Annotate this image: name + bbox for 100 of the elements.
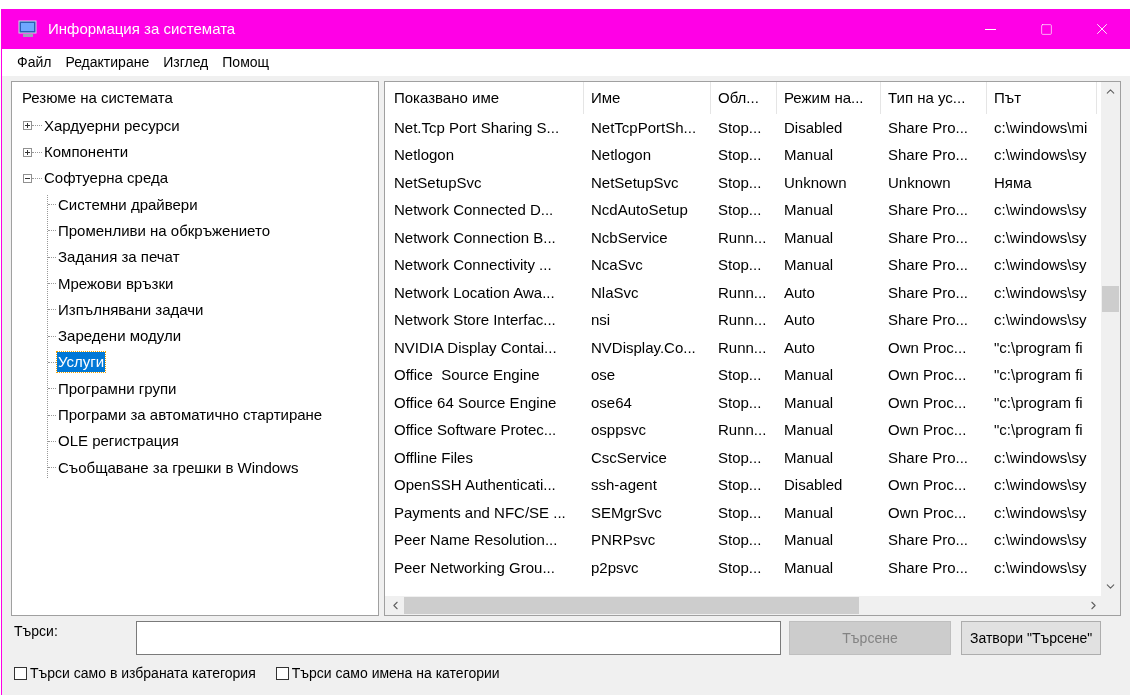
tree-item[interactable]: Съобщаване за грешки в Windows — [57, 457, 300, 478]
tree-item[interactable]: Резюме на системата — [21, 89, 174, 106]
column-header[interactable]: Тип на ус... — [881, 82, 987, 114]
table-cell: Netlogon — [591, 146, 652, 163]
table-cell: Offline Files — [394, 448, 473, 466]
column-header[interactable]: Път — [987, 82, 1097, 114]
table-cell: ssh-agent — [591, 476, 657, 493]
table-cell: c:\windows\sy — [994, 448, 1087, 466]
column-header[interactable]: Име — [584, 82, 711, 114]
column-header[interactable]: Обл... — [711, 82, 777, 114]
checkbox[interactable] — [275, 666, 289, 680]
table-cell: Manual — [784, 503, 834, 521]
tree-item[interactable]: Променливи на обкръжението — [57, 221, 271, 241]
table-cell: c:\windows\sy — [994, 256, 1087, 273]
table-cell: Auto — [784, 311, 815, 328]
column-header[interactable]: Режим на... — [777, 82, 881, 114]
table-cell: Auto — [784, 338, 815, 356]
table-cell: NetTcpPortSh... — [591, 118, 697, 136]
tree-item[interactable]: Задания за печат — [57, 247, 181, 268]
table-cell: Share Pro... — [888, 558, 969, 576]
table-cell: c:\windows\sy — [994, 201, 1087, 218]
tree-item[interactable]: Заредени модули — [57, 326, 183, 347]
tree-item[interactable]: Компоненти — [43, 142, 130, 163]
table-cell: c:\windows\sy — [994, 476, 1087, 493]
horizontal-scrollbar[interactable] — [385, 596, 1120, 615]
computer-icon — [18, 20, 38, 38]
table-cell: Manual — [784, 393, 834, 411]
scrollbar-thumb[interactable] — [1102, 286, 1119, 312]
table-cell: Auto — [784, 283, 815, 301]
tree-item[interactable]: Услуги — [57, 352, 106, 373]
table-cell: c:\windows\sy — [994, 146, 1087, 163]
table-cell: OpenSSH Authenticati... — [394, 476, 556, 493]
table-cell: Share Pro... — [888, 146, 969, 163]
table-cell: "c:\program fi — [994, 338, 1083, 356]
table-cell: Unknown — [888, 173, 951, 191]
table-cell: c:\windows\mi — [994, 118, 1088, 136]
table-cell: Manual — [784, 366, 834, 383]
table-cell: p2psvc — [591, 558, 639, 576]
table-cell: SEMgrSvc — [591, 503, 662, 521]
tree-item[interactable]: Хардуерни ресурси — [43, 115, 181, 136]
table-cell: Stop... — [718, 146, 762, 163]
table-cell: Stop... — [718, 448, 762, 466]
maximize-icon — [1039, 22, 1053, 36]
tree-item[interactable]: OLE регистрация — [57, 431, 180, 452]
table-cell: Manual — [784, 146, 834, 163]
table-cell: osppsvc — [591, 421, 647, 438]
table-cell: Network Connection B... — [394, 228, 556, 246]
table-cell: "c:\program fi — [994, 366, 1083, 383]
table-cell: Unknown — [784, 173, 847, 191]
table-cell: NcdAutoSetup — [591, 201, 688, 218]
tree-item[interactable]: Мрежови връзки — [57, 273, 175, 294]
table-cell: Office Source Engine — [394, 366, 540, 383]
table-cell: Manual — [784, 558, 834, 576]
expand-icon[interactable] — [23, 147, 32, 157]
table-cell: Net.Tcp Port Sharing S... — [394, 118, 560, 136]
table-cell: Own Proc... — [888, 338, 967, 356]
expand-icon[interactable] — [23, 121, 32, 131]
table-cell: Network Connected D... — [394, 201, 554, 218]
table-cell: Office Software Protec... — [394, 421, 557, 438]
table-cell: Share Pro... — [888, 283, 969, 301]
table-cell: Runn... — [718, 228, 767, 246]
tree-item[interactable]: Програми за автоматично стартиране — [57, 405, 324, 426]
table-cell: NlaSvc — [591, 283, 639, 301]
table-cell: Peer Networking Grou... — [394, 558, 555, 576]
menu-item[interactable]: Помощ — [215, 52, 277, 73]
scrollbar-thumb[interactable] — [404, 597, 859, 614]
tree-item[interactable]: Системни драйвери — [57, 194, 199, 215]
search-field[interactable] — [136, 621, 781, 655]
menu-item[interactable]: Редактиране — [58, 52, 157, 73]
table-cell: Own Proc... — [888, 503, 967, 521]
table-cell: Share Pro... — [888, 311, 969, 328]
table-cell: NetSetupSvc — [394, 173, 482, 191]
vertical-scrollbar[interactable] — [1101, 82, 1120, 596]
table-cell: Share Pro... — [888, 256, 969, 273]
close-search-button[interactable]: Затвори "Търсене" — [961, 621, 1102, 655]
table-cell: Stop... — [718, 558, 762, 576]
tree-item[interactable]: Софтуерна среда — [43, 168, 169, 189]
table-cell: Network Store Interfac... — [394, 311, 556, 328]
tree-item[interactable]: Изпълнявани задачи — [57, 299, 205, 320]
checkbox[interactable] — [14, 666, 27, 680]
collapse-icon[interactable] — [23, 173, 32, 183]
table-cell: Disabled — [784, 476, 843, 493]
table-cell: Manual — [784, 228, 834, 246]
tree-item[interactable]: Програмни групи — [57, 378, 178, 399]
checkbox-label: Търси само имена на категории — [291, 663, 500, 683]
menu-item[interactable]: Изглед — [156, 52, 216, 73]
table-cell: Disabled — [784, 118, 843, 136]
table-cell: Stop... — [718, 256, 762, 273]
table-cell: Stop... — [718, 503, 762, 521]
table-cell: c:\windows\sy — [994, 228, 1087, 246]
table-cell: c:\windows\sy — [994, 558, 1087, 576]
table-cell: Runn... — [718, 421, 767, 438]
table-cell: Network Location Awa... — [394, 283, 555, 301]
table-cell: Own Proc... — [888, 366, 967, 383]
checkbox-label: Търси само в избраната категория — [30, 663, 256, 683]
table-cell: NVDisplay.Co... — [591, 338, 696, 356]
menu-item[interactable]: Файл — [10, 52, 59, 73]
table-cell: Share Pro... — [888, 448, 969, 466]
column-header[interactable]: Показвано име — [387, 82, 584, 114]
table-cell: Stop... — [718, 118, 762, 136]
